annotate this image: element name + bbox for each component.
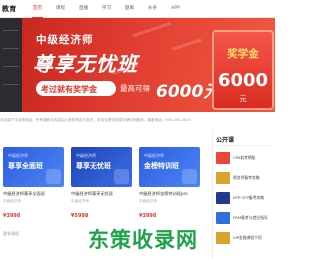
- course-thumb-headline: 尊享无忧班: [76, 162, 111, 170]
- scholarship-badge: 奖学金 6000 元: [212, 30, 274, 110]
- site-logo[interactable]: 教育: [2, 4, 16, 14]
- public-course-label: 税务师备考攻略: [233, 175, 260, 180]
- sidebar-divider: [3, 66, 19, 67]
- nav-item-headlines[interactable]: 头条: [141, 0, 164, 18]
- course-thumb-tag: 中级经济师: [8, 153, 28, 158]
- public-course-item[interactable]: VIP金融课程介绍: [216, 232, 276, 248]
- course-thumbnail[interactable]: 中级经济师 金榜特训班: [139, 147, 200, 187]
- sidebar-divider: [3, 48, 19, 49]
- scholarship-amount: 6000: [217, 70, 269, 91]
- nav-item-home[interactable]: 首页: [26, 0, 49, 18]
- nav-item-live[interactable]: 直播: [72, 0, 95, 18]
- banner-pill-text: 考过就有奖学金: [41, 85, 97, 94]
- public-course-panel: 公开课 CPA机考揭秘 税务师备考攻略 NTP CFP备考攻略 FRM备考与就业…: [212, 130, 275, 259]
- public-course-item[interactable]: FRM备考与就业指导: [216, 212, 276, 228]
- course-thumb-tag: 中级经济师: [144, 153, 164, 158]
- scholarship-unit: 元: [239, 95, 247, 103]
- course-thumb-headline: 尊享全面班: [8, 162, 43, 170]
- public-course-item[interactable]: CPA机考揭秘: [216, 152, 276, 168]
- course-thumb-headline: 金榜特训班: [144, 162, 179, 170]
- site-notice: 本站属于平台类网站，所有课程与内容由入驻机构自行发布，本站仅提供信息存储空间服务…: [0, 118, 191, 122]
- book-icon: [46, 169, 61, 184]
- banner-decoration: [132, 21, 172, 38]
- hero-banner[interactable]: 中级经济师 尊享无忧班 考过就有奖学金 最高可得 6000元 奖学金 6000 …: [0, 18, 275, 112]
- book-icon: [114, 169, 129, 184]
- public-course-item[interactable]: 税务师备考攻略: [216, 172, 276, 188]
- banner-subtitle: 中级经济师: [36, 34, 94, 46]
- top-navbar: 教育 首页 课程 直播 学习 题库 头条 APP: [0, 0, 275, 18]
- course-meta: 中级经济师: [71, 199, 89, 203]
- public-course-thumbnail: [216, 212, 230, 224]
- book-icon: [182, 169, 197, 184]
- banner-title: 尊享无忧班: [33, 52, 138, 76]
- course-thumbnail[interactable]: 中级经济师 尊享无忧班: [71, 147, 132, 187]
- public-course-item[interactable]: NTP CFP备考攻略: [216, 192, 276, 208]
- banner-max-amount: 6000元: [156, 82, 221, 102]
- nav-item-app[interactable]: APP: [164, 0, 187, 18]
- panel-divider: [216, 145, 272, 146]
- course-price: ¥3998: [139, 213, 157, 219]
- public-course-thumbnail: [216, 232, 230, 244]
- public-course-thumbnail: [216, 172, 230, 184]
- course-thumbnail[interactable]: 中级经济师 尊享全面班: [3, 147, 64, 187]
- public-course-label: FRM备考与就业指导: [233, 215, 268, 220]
- public-course-label: VIP金融课程介绍: [233, 235, 262, 240]
- course-thumb-tag: 中级经济师: [76, 153, 96, 158]
- banner-pill: 考过就有奖学金: [36, 81, 116, 96]
- course-title[interactable]: 中级经济师尊享无忧班: [71, 191, 132, 197]
- course-meta: 中级经济师: [139, 199, 157, 203]
- nav-item-study[interactable]: 学习: [95, 0, 118, 18]
- public-course-thumbnail: [216, 152, 230, 164]
- course-price: ¥5998: [71, 213, 89, 219]
- section-footer-link[interactable]: 更多课程: [3, 231, 19, 237]
- sidebar-divider: [3, 84, 19, 85]
- nav-item-question-bank[interactable]: 题库: [118, 0, 141, 18]
- public-course-label: NTP CFP备考攻略: [233, 195, 264, 200]
- watermark: 东策收录网: [88, 228, 198, 252]
- course-meta: 中级经济师: [3, 199, 21, 203]
- banner-decoration: [172, 38, 202, 51]
- public-course-thumbnail: [216, 192, 230, 204]
- panel-title: 公开课: [216, 137, 235, 144]
- public-course-label: CPA机考揭秘: [233, 155, 256, 160]
- main-nav: 首页 课程 直播 学习 题库 头条 APP: [26, 0, 187, 18]
- course-list: 中级经济师 尊享全面班 中级经济师尊享全面班 中级经济师 ¥3998 中级经济师…: [3, 147, 203, 227]
- scholarship-label: 奖学金: [227, 48, 259, 60]
- category-sidebar: [0, 18, 22, 112]
- course-title[interactable]: 中级经济师尊享全面班: [3, 191, 64, 197]
- course-title[interactable]: 中级经济师金榜特训班pro: [139, 191, 200, 197]
- course-price: ¥3998: [3, 213, 21, 219]
- banner-max-label: 最高可得: [120, 84, 150, 93]
- nav-item-courses[interactable]: 课程: [49, 0, 72, 18]
- sidebar-divider: [3, 30, 19, 31]
